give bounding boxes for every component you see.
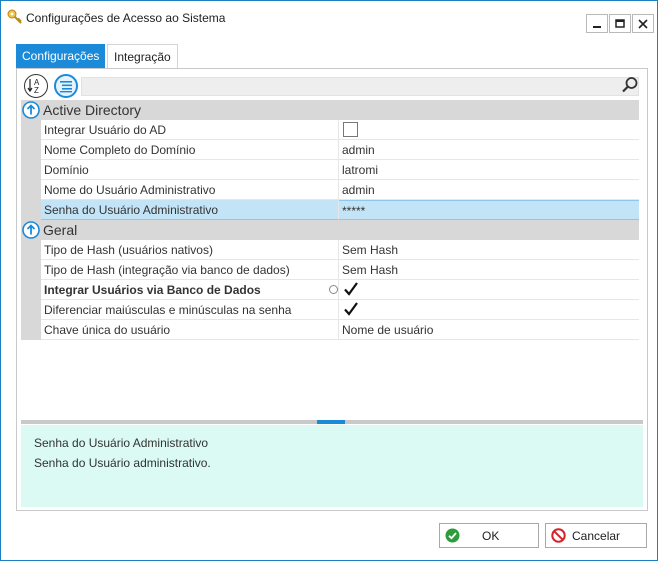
key-icon [7, 9, 23, 25]
property-name: Nome do Usuário Administrativo [41, 180, 339, 200]
cancel-button[interactable]: Cancelar [545, 523, 647, 548]
maximize-icon [615, 19, 625, 28]
category-active-directory[interactable]: Active Directory [21, 100, 639, 120]
window-title: Configurações de Acesso ao Sistema [26, 11, 226, 25]
cancel-label: Cancelar [572, 529, 621, 543]
property-value[interactable]: admin [339, 180, 639, 200]
property-value[interactable] [339, 300, 639, 320]
minimize-button[interactable] [586, 14, 608, 33]
row-gutter [21, 300, 41, 320]
row-gutter [21, 280, 41, 300]
property-value[interactable] [339, 280, 639, 300]
row-gutter [21, 120, 41, 140]
property-value[interactable]: ***** [339, 200, 639, 220]
integrar-usuario-ad-checkbox[interactable] [343, 122, 358, 137]
ok-check-icon [445, 528, 460, 543]
maximize-button[interactable] [609, 14, 631, 33]
property-value[interactable]: latromi [339, 160, 639, 180]
tab-integracao[interactable]: Integração [107, 44, 178, 68]
search-icon[interactable] [621, 76, 639, 97]
splitter-handle[interactable] [317, 420, 345, 424]
property-name: Tipo de Hash (usuários nativos) [41, 240, 339, 260]
row-gutter [21, 240, 41, 260]
property-name: Senha do Usuário Administrativo [41, 200, 339, 220]
tab-configuracoes[interactable]: Configurações [16, 44, 106, 68]
description-title: Senha do Usuário Administrativo [34, 436, 209, 450]
collapse-arrow-icon[interactable] [22, 101, 40, 119]
row-gutter [21, 260, 41, 280]
cancel-icon [551, 528, 566, 543]
property-grid-toolbar: A Z [21, 74, 643, 100]
property-row[interactable]: Nome do Usuário Administrativo admin [21, 180, 639, 200]
property-value[interactable] [339, 120, 639, 140]
property-value[interactable]: Nome de usuário [339, 320, 639, 340]
property-row[interactable]: Chave única do usuário Nome de usuário [21, 320, 639, 340]
checkmark-icon[interactable] [343, 301, 359, 317]
property-name: Chave única do usuário [41, 320, 339, 340]
property-name: Domínio [41, 160, 339, 180]
minimize-icon [593, 26, 601, 28]
property-row[interactable]: Tipo de Hash (usuários nativos) Sem Hash [21, 240, 639, 260]
search-input[interactable] [81, 77, 639, 96]
categorized-icon [60, 81, 72, 93]
close-button[interactable] [632, 14, 654, 33]
ok-button[interactable]: OK [439, 523, 539, 548]
property-grid-panel: A Z Active Directory Integrar Usuário do… [16, 68, 648, 511]
sort-alphabetical-button[interactable]: A Z [24, 74, 48, 98]
property-value[interactable]: admin [339, 140, 639, 160]
property-row-selected[interactable]: Senha do Usuário Administrativo ***** [21, 200, 639, 220]
property-row[interactable]: Integrar Usuários via Banco de Dados [21, 280, 639, 300]
property-name: Integrar Usuário do AD [41, 120, 339, 140]
row-gutter [21, 180, 41, 200]
sort-alphabetical-icon: A Z [27, 78, 40, 95]
property-row[interactable]: Domínio latromi [21, 160, 639, 180]
description-text: Senha do Usuário administrativo. [34, 456, 211, 470]
modified-indicator-icon [329, 285, 338, 294]
property-row[interactable]: Diferenciar maiúsculas e minúsculas na s… [21, 300, 639, 320]
ok-label: OK [482, 529, 500, 543]
row-gutter [21, 140, 41, 160]
property-name: Diferenciar maiúsculas e minúsculas na s… [41, 300, 339, 320]
svg-text:Z: Z [34, 86, 39, 95]
property-value[interactable]: Sem Hash [339, 240, 639, 260]
category-label: Active Directory [43, 102, 142, 118]
title-bar[interactable]: Configurações de Acesso ao Sistema [1, 1, 657, 35]
property-row[interactable]: Integrar Usuário do AD [21, 120, 639, 140]
property-row[interactable]: Nome Completo do Domínio admin [21, 140, 639, 160]
collapse-arrow-icon[interactable] [22, 221, 40, 239]
property-name: Nome Completo do Domínio [41, 140, 339, 160]
category-label: Geral [43, 222, 78, 238]
row-gutter [21, 320, 41, 340]
close-icon [638, 19, 648, 29]
description-panel: Senha do Usuário Administrativo Senha do… [21, 425, 643, 507]
property-name: Integrar Usuários via Banco de Dados [41, 280, 339, 300]
row-gutter [21, 160, 41, 180]
property-name: Tipo de Hash (integração via banco de da… [41, 260, 339, 280]
property-value[interactable]: Sem Hash [339, 260, 639, 280]
description-splitter[interactable] [21, 420, 643, 424]
property-row[interactable]: Tipo de Hash (integração via banco de da… [21, 260, 639, 280]
checkmark-icon[interactable] [343, 281, 359, 297]
category-geral[interactable]: Geral [21, 220, 639, 240]
dialog-window: Configurações de Acesso ao Sistema Confi… [0, 0, 658, 561]
categorized-button[interactable] [54, 74, 78, 98]
row-gutter [21, 200, 41, 220]
